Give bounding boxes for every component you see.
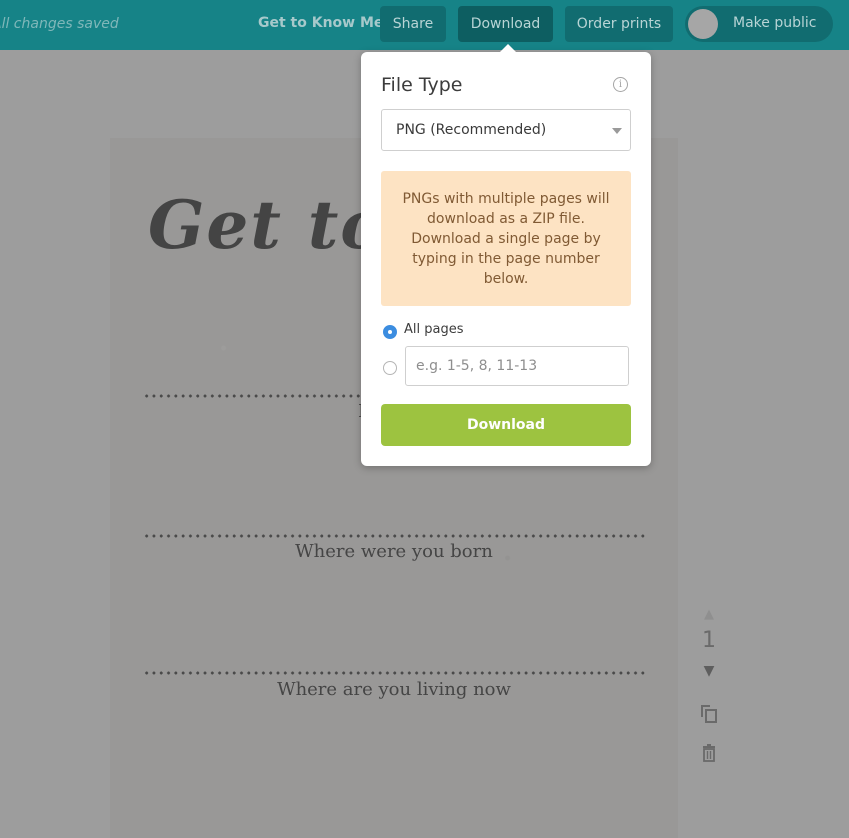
- page-number: 1: [702, 628, 716, 653]
- zip-notice: PNGs with multiple pages will download a…: [381, 171, 631, 306]
- page-up-icon[interactable]: ▲: [698, 607, 720, 622]
- delete-page-icon[interactable]: [698, 743, 720, 767]
- order-prints-button[interactable]: Order prints: [565, 6, 673, 42]
- make-public-toggle[interactable]: Make public: [685, 6, 833, 42]
- top-bar: All changes saved Get to Know Me Share D…: [0, 0, 849, 50]
- file-type-title: File Type: [381, 74, 463, 96]
- toggle-knob: [688, 9, 718, 39]
- all-pages-label[interactable]: All pages: [404, 322, 464, 337]
- all-pages-radio[interactable]: [383, 325, 397, 339]
- file-type-value: PNG (Recommended): [396, 122, 547, 138]
- make-public-label: Make public: [733, 15, 817, 31]
- file-type-select[interactable]: PNG (Recommended): [381, 109, 631, 151]
- info-icon[interactable]: i: [613, 77, 628, 92]
- dotted-line: [143, 671, 645, 675]
- download-button[interactable]: Download: [458, 6, 553, 42]
- confirm-download-button[interactable]: Download: [381, 404, 631, 446]
- page-down-icon[interactable]: ▼: [698, 663, 720, 679]
- page-range-radio[interactable]: [383, 361, 397, 375]
- design-question[interactable]: Where are you living now: [110, 679, 678, 700]
- share-button[interactable]: Share: [380, 6, 446, 42]
- page-range-input[interactable]: [405, 346, 629, 386]
- chevron-down-icon: [612, 128, 622, 134]
- dotted-line: [143, 534, 645, 538]
- download-popover: File Type i PNG (Recommended) PNGs with …: [361, 44, 651, 466]
- popover-arrow: [499, 44, 517, 53]
- design-question[interactable]: Where were you born: [110, 541, 678, 562]
- notice-text: PNGs with multiple pages will download a…: [402, 191, 610, 287]
- duplicate-page-icon[interactable]: [698, 703, 720, 727]
- document-title[interactable]: Get to Know Me: [258, 15, 383, 31]
- design-heading[interactable]: Get to: [148, 186, 386, 264]
- save-status: All changes saved: [0, 16, 119, 32]
